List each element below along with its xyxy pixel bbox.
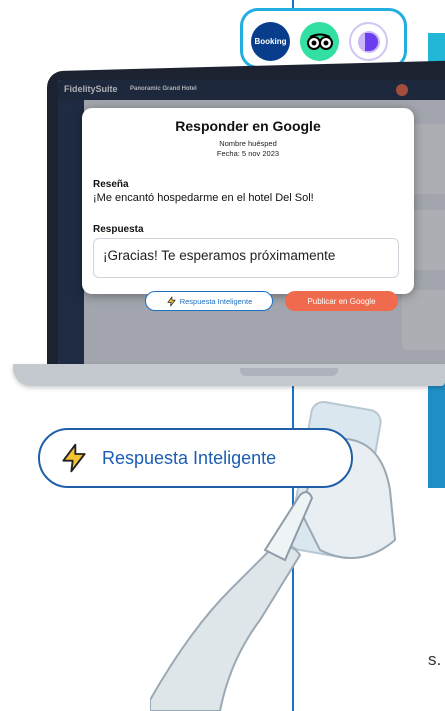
publish-google-button[interactable]: Publicar en Google <box>285 291 398 311</box>
booking-icon: Booking <box>251 22 290 61</box>
smart-response-feature-pill: Respuesta Inteligente <box>38 428 353 488</box>
brand-d-icon <box>349 22 388 61</box>
booking-label: Booking <box>254 37 287 46</box>
lightning-icon <box>167 296 176 306</box>
laptop-base <box>13 364 445 386</box>
response-label: Respuesta <box>93 224 144 235</box>
review-label: Reseña <box>93 179 129 190</box>
respond-modal: Responder en Google Nombre huésped Fecha… <box>82 108 414 311</box>
modal-title: Responder en Google <box>175 118 321 134</box>
response-field[interactable]: ¡Gracias! Te esperamos próximamente <box>93 238 399 278</box>
feature-pill-label: Respuesta Inteligente <box>102 447 277 468</box>
brand-bubble: Booking <box>240 8 407 69</box>
lightning-icon <box>62 443 86 473</box>
smart-response-button[interactable]: Respuesta Inteligente <box>145 291 273 311</box>
smart-response-label: Respuesta Inteligente <box>179 296 253 306</box>
tripadvisor-icon <box>300 22 339 61</box>
review-text: ¡Me encantó hospedarme en el hotel Del S… <box>93 192 314 204</box>
laptop-notch <box>240 368 338 376</box>
edge-text: s. <box>428 650 442 669</box>
review-date: Fecha: 5 nov 2023 <box>216 149 280 158</box>
robot-arm-left <box>150 545 302 711</box>
guest-name: Nombre huésped <box>219 139 277 148</box>
